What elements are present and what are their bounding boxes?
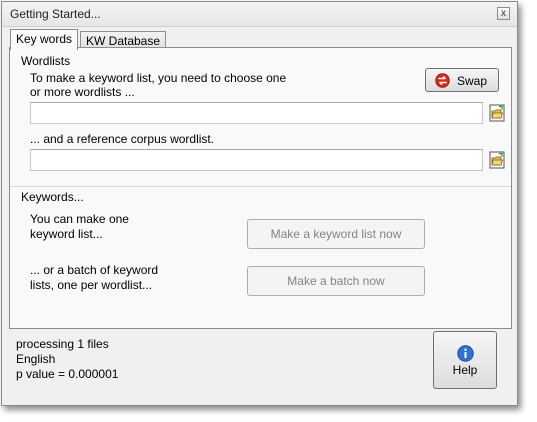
title-bar[interactable]: Getting Started... x bbox=[2, 2, 517, 27]
make-one-text-line2: keyword list... bbox=[30, 227, 103, 241]
open-folder-icon[interactable] bbox=[489, 104, 505, 122]
help-button[interactable]: Help bbox=[433, 331, 497, 389]
status-language: English bbox=[16, 352, 56, 366]
make-keyword-list-button[interactable]: Make a keyword list now bbox=[247, 219, 425, 249]
close-icon: x bbox=[501, 8, 506, 19]
open-folder-icon[interactable] bbox=[489, 151, 505, 169]
swap-button-label: Swap bbox=[457, 74, 488, 88]
status-processing: processing 1 files bbox=[16, 337, 109, 351]
reference-corpus-label: ... and a reference corpus wordlist. bbox=[30, 132, 215, 146]
reference-corpus-field[interactable] bbox=[30, 149, 483, 171]
tab-key-words[interactable]: Key words bbox=[10, 29, 79, 50]
make-batch-button[interactable]: Make a batch now bbox=[247, 266, 425, 296]
tab-kw-database-label: KW Database bbox=[86, 34, 161, 48]
close-button[interactable]: x bbox=[497, 7, 510, 20]
group-divider bbox=[10, 186, 511, 187]
swap-arrows-icon bbox=[435, 73, 450, 88]
keywords-group-title: Keywords... bbox=[21, 190, 84, 204]
status-p-value: p value = 0.000001 bbox=[16, 367, 119, 381]
wordlist-field[interactable] bbox=[30, 102, 483, 124]
swap-button[interactable]: Swap bbox=[425, 68, 499, 92]
make-one-text-line1: You can make one bbox=[30, 212, 129, 226]
make-batch-text-line1: ... or a batch of keyword bbox=[30, 263, 159, 277]
info-icon bbox=[457, 345, 474, 362]
make-batch-text-line2: lists, one per wordlist... bbox=[30, 278, 153, 292]
wordlists-group-title: Wordlists bbox=[21, 54, 71, 68]
getting-started-dialog: Getting Started... x Key words KW Databa… bbox=[1, 1, 518, 406]
wordlists-instruction-line1: To make a keyword list, you need to choo… bbox=[30, 71, 287, 85]
wordlists-instruction-line2: or more wordlists ... bbox=[30, 85, 135, 99]
window-title: Getting Started... bbox=[10, 7, 101, 21]
key-words-tab-panel: Wordlists To make a keyword list, you ne… bbox=[9, 47, 512, 329]
help-button-label: Help bbox=[452, 363, 478, 377]
tab-key-words-label: Key words bbox=[16, 32, 73, 46]
